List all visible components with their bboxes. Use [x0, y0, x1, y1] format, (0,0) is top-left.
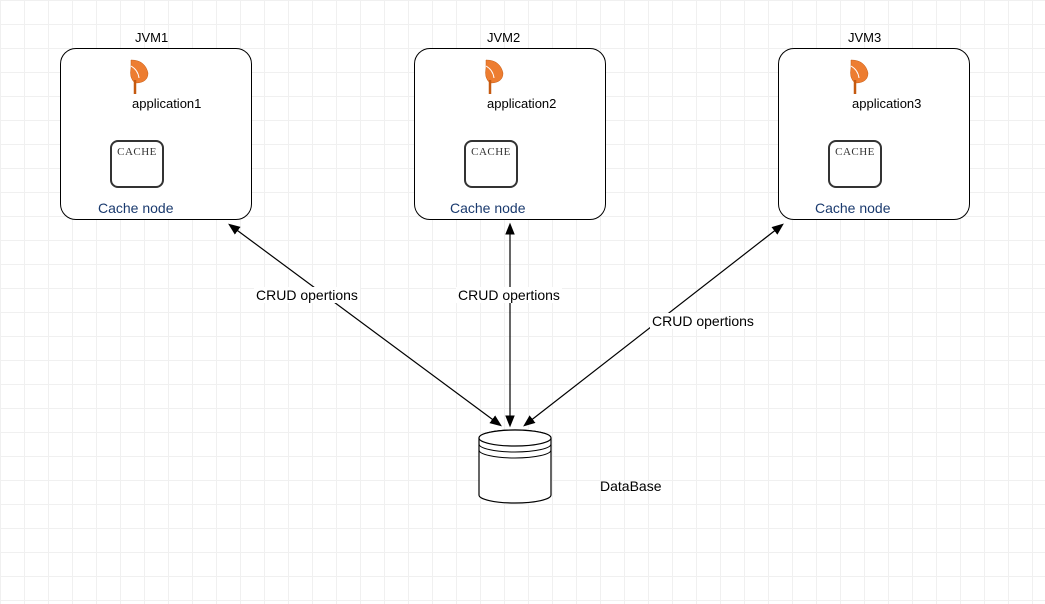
spring-leaf-icon [478, 58, 508, 96]
edge-label-1: CRUD opertions [254, 287, 360, 303]
edge-label-2: CRUD opertions [456, 287, 562, 303]
spring-leaf-icon [123, 58, 153, 96]
jvm1-box [60, 48, 252, 220]
jvm2-title: JVM2 [487, 30, 520, 45]
jvm1-title: JVM1 [135, 30, 168, 45]
diagram-canvas: JVM1 application1 CACHE Cache node JVM2 … [0, 0, 1045, 604]
jvm2-cache-box: CACHE [464, 140, 518, 188]
jvm3-cache-box: CACHE [828, 140, 882, 188]
jvm3-app-label: application3 [852, 96, 921, 111]
database-label: DataBase [600, 478, 661, 494]
jvm3-title: JVM3 [848, 30, 881, 45]
jvm3-cache-node-label: Cache node [815, 200, 891, 216]
edge-label-3: CRUD opertions [650, 313, 756, 329]
jvm3-box [778, 48, 970, 220]
jvm2-box [414, 48, 606, 220]
jvm2-app-label: application2 [487, 96, 556, 111]
spring-leaf-icon [843, 58, 873, 96]
jvm1-cache-node-label: Cache node [98, 200, 174, 216]
jvm1-cache-box: CACHE [110, 140, 164, 188]
jvm2-cache-node-label: Cache node [450, 200, 526, 216]
jvm1-app-label: application1 [132, 96, 201, 111]
